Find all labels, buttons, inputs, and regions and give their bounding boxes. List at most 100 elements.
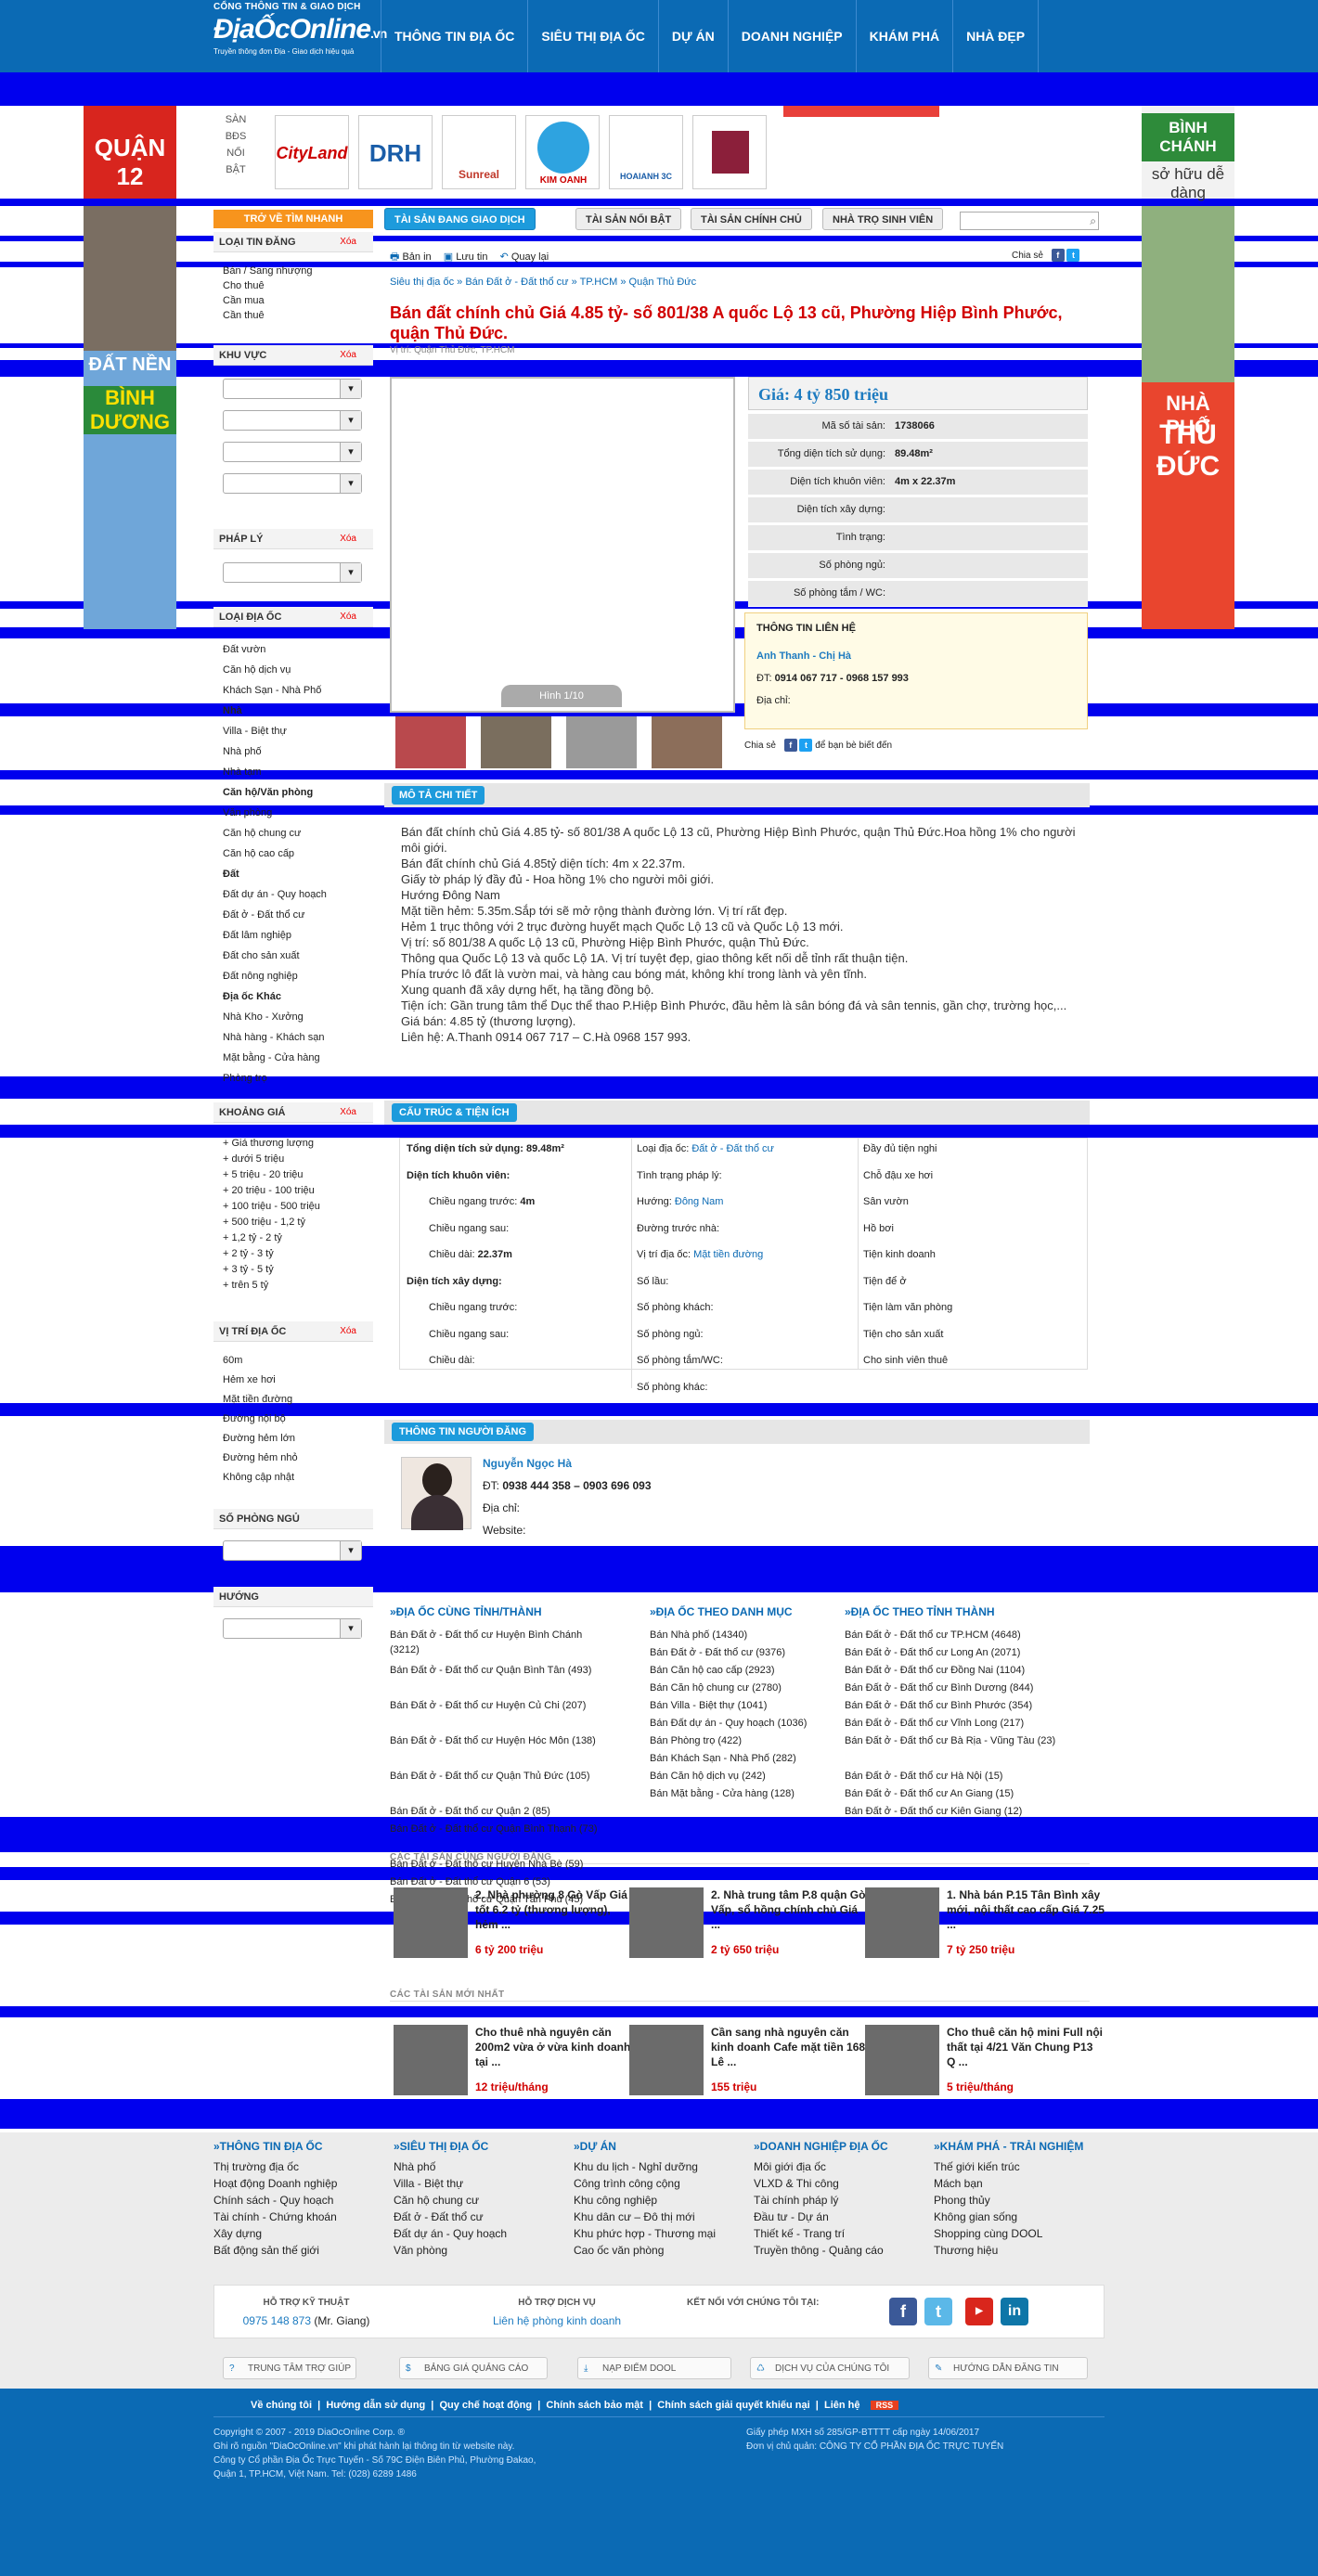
related-link[interactable]: Bán Căn hộ cao cấp (2923) (650, 1663, 835, 1678)
related-link[interactable]: Bán Mặt bằng - Cửa hàng (128) (650, 1786, 835, 1801)
ad-price-button[interactable]: $ BẢNG GIÁ QUẢNG CÁO (399, 2357, 548, 2379)
position-item[interactable]: Không cập nhật (223, 1472, 294, 1483)
property-type-item[interactable]: Đất (223, 869, 239, 880)
related-link[interactable]: Bán Đất ở - Đất thổ cư Huyện Nhà Bè (59) (390, 1857, 613, 1872)
property-type-item[interactable]: Nhà (223, 705, 242, 716)
related-link[interactable]: Bán Đất ở - Đất thổ cư Đồng Nai (1104) (845, 1663, 1067, 1678)
poster-name[interactable]: Nguyễn Ngọc Hà (483, 1457, 572, 1470)
site-logo[interactable]: CỔNG THÔNG TIN & GIAO DỊCH ĐịaỐcOnline.v… (213, 2, 387, 69)
related-link[interactable]: Bán Phòng trọ (422) (650, 1733, 835, 1748)
related-link[interactable]: Bán Đất ở - Đất thổ cư Vĩnh Long (217) (845, 1716, 1067, 1731)
footer-link[interactable]: Tài chính - Chứng khoán (213, 2209, 371, 2225)
clear-link[interactable]: Xóa (340, 1102, 356, 1123)
help-center-button[interactable]: ? TRUNG TÂM TRỢ GIÚP (223, 2357, 356, 2379)
price-range-item[interactable]: + 100 triệu - 500 triệu (223, 1201, 320, 1212)
back-link[interactable]: Quay lại (511, 251, 549, 263)
footer-link[interactable]: Đầu tư - Dự án (754, 2209, 911, 2225)
property-type-item[interactable]: Đất lâm nghiệp (223, 930, 291, 941)
ad-quan12[interactable]: QUẬN 12 (84, 106, 176, 199)
footer-link[interactable]: Hoạt động Doanh nghiệp (213, 2175, 371, 2192)
property-card[interactable]: Cho thuê nhà nguyên căn 200m2 vừa ở vừa … (394, 2025, 630, 2099)
footer-link[interactable]: Thương hiệu (934, 2242, 1092, 2259)
footer-link[interactable]: Nhà phố (394, 2158, 551, 2175)
nav-thong-tin[interactable]: THÔNG TIN ĐỊA ỐC (381, 0, 527, 72)
property-title[interactable]: 1. Nhà bán P.15 Tân Bình xây mới, nội th… (947, 1887, 1105, 1932)
related-link[interactable]: Bán Đất ở - Đất thổ cư Quận 2 (85) (390, 1804, 613, 1819)
related-link[interactable]: Bán Khách Sạn - Nhà Phố (282) (650, 1751, 835, 1766)
footer-link[interactable]: Khu công nghiệp (574, 2192, 731, 2209)
related-link[interactable]: Bán Đất ở - Đất thổ cư Quận Thủ Đức (105… (390, 1769, 613, 1784)
brand-cityland[interactable]: CityLand (275, 115, 349, 189)
footer-link[interactable]: Shopping cùng DOOL (934, 2225, 1092, 2242)
footer-link[interactable]: Tài chính pháp lý (754, 2192, 911, 2209)
property-thumbnail[interactable] (865, 1887, 939, 1958)
save-link[interactable]: Lưu tin (456, 251, 487, 263)
price-range-item[interactable]: + dưới 5 triệu (223, 1153, 284, 1165)
tro-ve-tim-nhanh[interactable]: TRỞ VỀ TÌM NHANH (213, 210, 373, 228)
footer-link[interactable]: Khu phức hợp - Thương mại (574, 2225, 731, 2242)
thumbnail[interactable] (481, 716, 551, 768)
filter-item[interactable]: Cần thuê (223, 310, 265, 321)
property-type-item[interactable]: Căn hộ chung cư (223, 828, 301, 839)
save-icon[interactable]: ▣ (444, 251, 453, 263)
footer-column-head[interactable]: »DOANH NGHIỆP ĐỊA ỐC (754, 2138, 911, 2155)
position-item[interactable]: Mặt tiền đường (223, 1394, 292, 1405)
footer-link[interactable]: Khu du lịch - Nghỉ dưỡng (574, 2158, 731, 2175)
position-item[interactable]: Đường nội bộ (223, 1413, 286, 1424)
nav-du-an[interactable]: DỰ ÁN (657, 0, 728, 72)
footer-link[interactable]: Phong thủy (934, 2192, 1092, 2209)
footer-link[interactable]: Môi giới địa ốc (754, 2158, 911, 2175)
contact-phone[interactable]: 0914 067 717 - 0968 157 993 (775, 673, 909, 684)
footer-column-head[interactable]: »KHÁM PHÁ - TRẢI NGHIỆM (934, 2138, 1092, 2155)
position-item[interactable]: Đường hẻm nhỏ (223, 1452, 298, 1463)
breadcrumb-item[interactable]: Siêu thị địa ốc (390, 277, 454, 288)
property-card[interactable]: 1. Nhà bán P.15 Tân Bình xây mới, nội th… (865, 1887, 1105, 1962)
property-type-item[interactable]: Căn hộ dịch vụ (223, 664, 291, 676)
property-type-item[interactable]: Đất vườn (223, 644, 265, 655)
footer-link[interactable]: Truyền thông - Quảng cáo (754, 2242, 911, 2259)
related-link[interactable]: Bán Đất ở - Đất thổ cư Bà Rịa - Vũng Tàu… (845, 1733, 1067, 1748)
footer-link[interactable]: Mách bạn (934, 2175, 1092, 2192)
ad-binh-chanh[interactable]: BÌNH CHÁNH sở hữu dễ dàng (1142, 106, 1234, 201)
footer-link[interactable]: Về chúng tôi (251, 2400, 312, 2411)
structure-value[interactable]: Đông Nam (675, 1196, 724, 1207)
property-type-item[interactable]: Villa - Biệt thự (223, 726, 287, 737)
clear-link[interactable]: Xóa (340, 1321, 356, 1342)
brand-hoaianh[interactable]: HOAIANH 3C (609, 115, 683, 189)
footer-link[interactable]: Villa - Biệt thự (394, 2175, 551, 2192)
related-link[interactable]: Bán Villa - Biệt thự (1041) (650, 1698, 835, 1713)
topup-button[interactable]: ⤓ NẠP ĐIỂM DOOL (577, 2357, 731, 2379)
filter-item[interactable]: Cho thuê (223, 280, 265, 291)
nav-nha-dep[interactable]: NHÀ ĐẸP (952, 0, 1040, 72)
youtube-icon[interactable]: ▶ (965, 2298, 993, 2325)
province-select[interactable] (223, 379, 362, 399)
related-link[interactable]: Bán Đất dự án - Quy hoạch (1036) (650, 1716, 835, 1731)
related-link[interactable]: Bán Đất ở - Đất thổ cư Huyện Củ Chi (207… (390, 1698, 613, 1713)
property-card[interactable]: Cần sang nhà nguyên căn kinh doanh Cafe … (629, 2025, 865, 2099)
footer-link[interactable]: Chính sách giải quyết khiếu nại (657, 2400, 809, 2411)
guide-button[interactable]: ✎ HƯỚNG DẪN ĐĂNG TIN (928, 2357, 1088, 2379)
price-range-item[interactable]: + 3 tỷ - 5 tỷ (223, 1264, 274, 1275)
contact-name[interactable]: Anh Thanh - Chị Hà (756, 650, 851, 662)
property-card[interactable]: Cho thuê căn hộ mini Full nội thất tại 4… (865, 2025, 1103, 2099)
related-link[interactable]: Bán Nhà phố (14340) (650, 1628, 835, 1642)
twitter-icon[interactable]: t (924, 2298, 952, 2325)
property-type-item[interactable]: Nhà Kho - Xưởng (223, 1011, 304, 1023)
footer-link[interactable]: Chính sách - Quy hoạch (213, 2192, 371, 2209)
facebook-icon[interactable]: f (1051, 249, 1065, 262)
property-type-item[interactable]: Đất ở - Đất thổ cư (223, 909, 305, 921)
footer-link[interactable]: Công trình công cộng (574, 2175, 731, 2192)
related-link[interactable]: Bán Căn hộ chung cư (2780) (650, 1681, 835, 1695)
clear-link[interactable]: Xóa (340, 529, 356, 549)
related-link[interactable]: Bán Đất ở - Đất thổ cư Kiên Giang (12) (845, 1804, 1067, 1819)
price-range-item[interactable]: + 1,2 tỷ - 2 tỷ (223, 1232, 282, 1243)
footer-link[interactable]: Cao ốc văn phòng (574, 2242, 731, 2259)
property-type-item[interactable]: Mặt bằng - Cửa hàng (223, 1052, 320, 1063)
property-title[interactable]: 2. Nhà phường 8 Gò Vấp Giá tốt 6.2 tỷ (t… (475, 1887, 633, 1932)
footer-link[interactable]: Chính sách bảo mật (546, 2400, 643, 2411)
position-item[interactable]: 60m (223, 1355, 242, 1366)
photo-viewer[interactable] (390, 377, 735, 713)
thumbnail[interactable] (652, 716, 722, 768)
filter-item[interactable]: Bán / Sang nhượng (223, 265, 313, 277)
footer-link[interactable]: Đất dự án - Quy hoạch (394, 2225, 551, 2242)
